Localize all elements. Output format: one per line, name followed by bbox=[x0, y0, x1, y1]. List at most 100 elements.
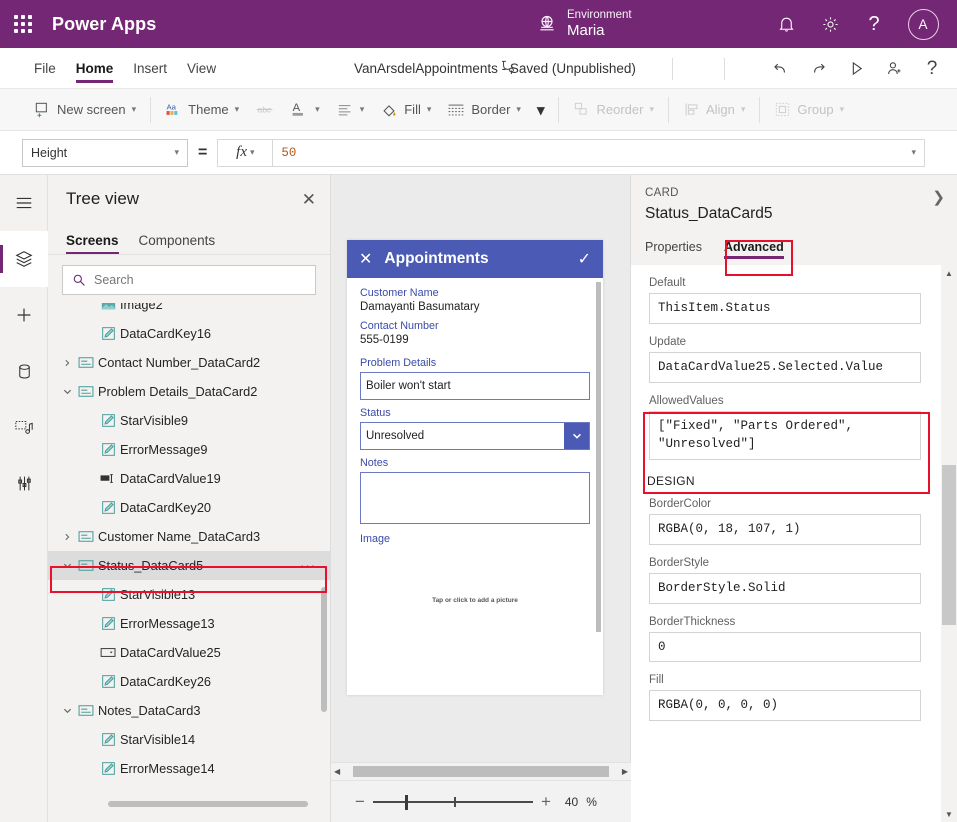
tree-node-selected[interactable]: Status_DataCard5··· bbox=[48, 551, 330, 580]
font-color-button[interactable]: A ▾ bbox=[282, 95, 328, 125]
environment-name: Maria bbox=[567, 22, 632, 39]
ribbon-divider-4 bbox=[759, 97, 760, 123]
property-input-bordercolor[interactable]: RGBA(0, 18, 107, 1) bbox=[649, 514, 921, 545]
tree-node[interactable]: Image2 bbox=[48, 303, 330, 319]
property-input-fill[interactable]: RGBA(0, 0, 0, 0) bbox=[649, 690, 921, 721]
user-avatar[interactable]: A bbox=[897, 0, 949, 48]
tree-node-label: ErrorMessage13 bbox=[120, 616, 215, 631]
scroll-left-icon[interactable]: ◀ bbox=[334, 767, 340, 776]
tree-node[interactable]: Problem Details_DataCard2 bbox=[48, 377, 330, 406]
sidebar-item-advanced-tools[interactable] bbox=[0, 455, 48, 511]
tree-view-panel: Tree view ✕ Screens Components Search Im… bbox=[48, 175, 331, 822]
tree-horizontal-scrollbar[interactable] bbox=[108, 801, 308, 807]
environment-selector[interactable]: Environment Maria bbox=[537, 0, 632, 48]
settings-gear-icon[interactable] bbox=[809, 0, 851, 48]
close-icon[interactable]: ✕ bbox=[302, 191, 316, 208]
share-user-icon[interactable] bbox=[875, 48, 913, 89]
tree-node[interactable]: DataCardValue25 bbox=[48, 638, 330, 667]
align-text-button[interactable]: ▾ bbox=[328, 95, 373, 125]
chevron-right-icon[interactable] bbox=[60, 533, 74, 541]
tree-node-label: StarVisible14 bbox=[120, 732, 195, 747]
formula-input[interactable]: 50 ▾ bbox=[272, 139, 925, 167]
property-input-allowedvalues[interactable]: ["Fixed", "Parts Ordered", "Unresolved"] bbox=[649, 411, 921, 461]
tab-components[interactable]: Components bbox=[139, 233, 216, 254]
app-launcher-icon[interactable] bbox=[0, 0, 46, 48]
tab-properties[interactable]: Properties bbox=[645, 240, 702, 259]
tree-node-label: ErrorMessage14 bbox=[120, 761, 215, 776]
preview-play-icon[interactable] bbox=[837, 48, 875, 89]
chevron-down-icon: ▾ bbox=[911, 148, 916, 158]
hamburger-menu-icon[interactable] bbox=[0, 175, 48, 231]
canvas-scroll-thumb[interactable] bbox=[353, 766, 609, 777]
help-icon[interactable]: ? bbox=[913, 48, 951, 89]
help-question-icon[interactable]: ? bbox=[853, 0, 895, 48]
tree-node[interactable]: ErrorMessage14 bbox=[48, 754, 330, 783]
field-input-problem-details[interactable]: Boiler won't start bbox=[360, 372, 590, 400]
zoom-out-button[interactable]: − bbox=[355, 793, 365, 810]
tree-node[interactable]: DataCardKey20 bbox=[48, 493, 330, 522]
tree-node[interactable]: DataCardKey26 bbox=[48, 667, 330, 696]
scroll-right-icon[interactable]: ▶ bbox=[622, 767, 628, 776]
tree-node[interactable]: ErrorMessage9 bbox=[48, 435, 330, 464]
tree-node[interactable]: Contact Number_DataCard2 bbox=[48, 348, 330, 377]
app-checker-icon[interactable] bbox=[488, 48, 526, 89]
notifications-bell-icon[interactable] bbox=[765, 0, 807, 48]
zoom-slider[interactable] bbox=[373, 794, 533, 810]
property-input-default[interactable]: ThisItem.Status bbox=[649, 293, 921, 324]
tree-search-wrapper: Search bbox=[48, 255, 330, 303]
theme-button[interactable]: Aa Theme ▾ bbox=[157, 95, 247, 125]
menu-item-view[interactable]: View bbox=[177, 48, 226, 89]
property-input-borderstyle[interactable]: BorderStyle.Solid bbox=[649, 573, 921, 604]
tree-node[interactable]: StarVisible13 bbox=[48, 580, 330, 609]
sidebar-item-media[interactable] bbox=[0, 399, 48, 455]
field-label-image: Image bbox=[360, 533, 590, 545]
sidebar-item-data[interactable] bbox=[0, 343, 48, 399]
tree-node[interactable]: StarVisible9 bbox=[48, 406, 330, 435]
fill-button[interactable]: Fill ▾ bbox=[372, 95, 439, 125]
undo-icon[interactable] bbox=[761, 48, 799, 89]
scroll-down-icon[interactable]: ▼ bbox=[941, 806, 957, 822]
canvas-horizontal-scrollbar[interactable]: ◀ ▶ bbox=[331, 762, 631, 780]
chevron-down-icon[interactable] bbox=[60, 561, 74, 570]
checkmark-icon[interactable]: ✓ bbox=[578, 249, 591, 269]
properties-scrollbar[interactable]: ▲ ▼ bbox=[941, 265, 957, 822]
menu-item-home[interactable]: Home bbox=[66, 48, 124, 89]
menu-item-file[interactable]: File bbox=[24, 48, 66, 89]
tree-node[interactable]: Notes_DataCard3 bbox=[48, 696, 330, 725]
border-button[interactable]: Border ▾ bbox=[439, 95, 529, 125]
properties-scroll-thumb[interactable] bbox=[942, 465, 956, 625]
sidebar-item-insert[interactable] bbox=[0, 287, 48, 343]
menu-item-insert[interactable]: Insert bbox=[123, 48, 177, 89]
tree-node[interactable]: DataCardValue19 bbox=[48, 464, 330, 493]
image-placeholder[interactable]: Tap or click to add a picture bbox=[360, 549, 590, 664]
tree-node[interactable]: StarVisible14 bbox=[48, 725, 330, 754]
chevron-down-icon[interactable] bbox=[60, 706, 74, 715]
chevron-right-icon[interactable] bbox=[60, 359, 74, 367]
redo-icon[interactable] bbox=[799, 48, 837, 89]
app-preview-scrollbar[interactable] bbox=[596, 282, 601, 632]
zoom-slider-thumb[interactable] bbox=[405, 795, 408, 810]
scroll-up-icon[interactable]: ▲ bbox=[941, 265, 957, 281]
ribbon-more-button[interactable]: ▾ bbox=[529, 95, 553, 125]
zoom-in-button[interactable]: + bbox=[541, 793, 551, 810]
collapse-panel-icon[interactable]: ❯ bbox=[932, 188, 945, 206]
property-selector[interactable]: Height ▾ bbox=[22, 139, 188, 167]
property-input-borderthickness[interactable]: 0 bbox=[649, 632, 921, 663]
tab-advanced[interactable]: Advanced bbox=[724, 240, 784, 259]
new-screen-button[interactable]: New screen ▾ bbox=[26, 95, 144, 125]
close-icon[interactable]: ✕ bbox=[359, 249, 372, 269]
field-dropdown-status[interactable]: Unresolved bbox=[360, 422, 590, 450]
fx-button[interactable]: fx ▾ bbox=[217, 139, 272, 167]
tab-screens[interactable]: Screens bbox=[66, 233, 119, 254]
chevron-down-icon[interactable] bbox=[60, 387, 74, 396]
group-icon bbox=[774, 101, 791, 118]
search-input[interactable]: Search bbox=[62, 265, 316, 295]
tree-vertical-scrollbar[interactable] bbox=[321, 587, 327, 712]
tree-node[interactable]: DataCardKey16 bbox=[48, 319, 330, 348]
tree-node[interactable]: ErrorMessage13 bbox=[48, 609, 330, 638]
sidebar-item-tree-view[interactable] bbox=[0, 231, 48, 287]
field-textarea-notes[interactable] bbox=[360, 472, 590, 524]
property-input-update[interactable]: DataCardValue25.Selected.Value bbox=[649, 352, 921, 383]
more-options-icon[interactable]: ··· bbox=[300, 558, 316, 573]
tree-node[interactable]: Customer Name_DataCard3 bbox=[48, 522, 330, 551]
